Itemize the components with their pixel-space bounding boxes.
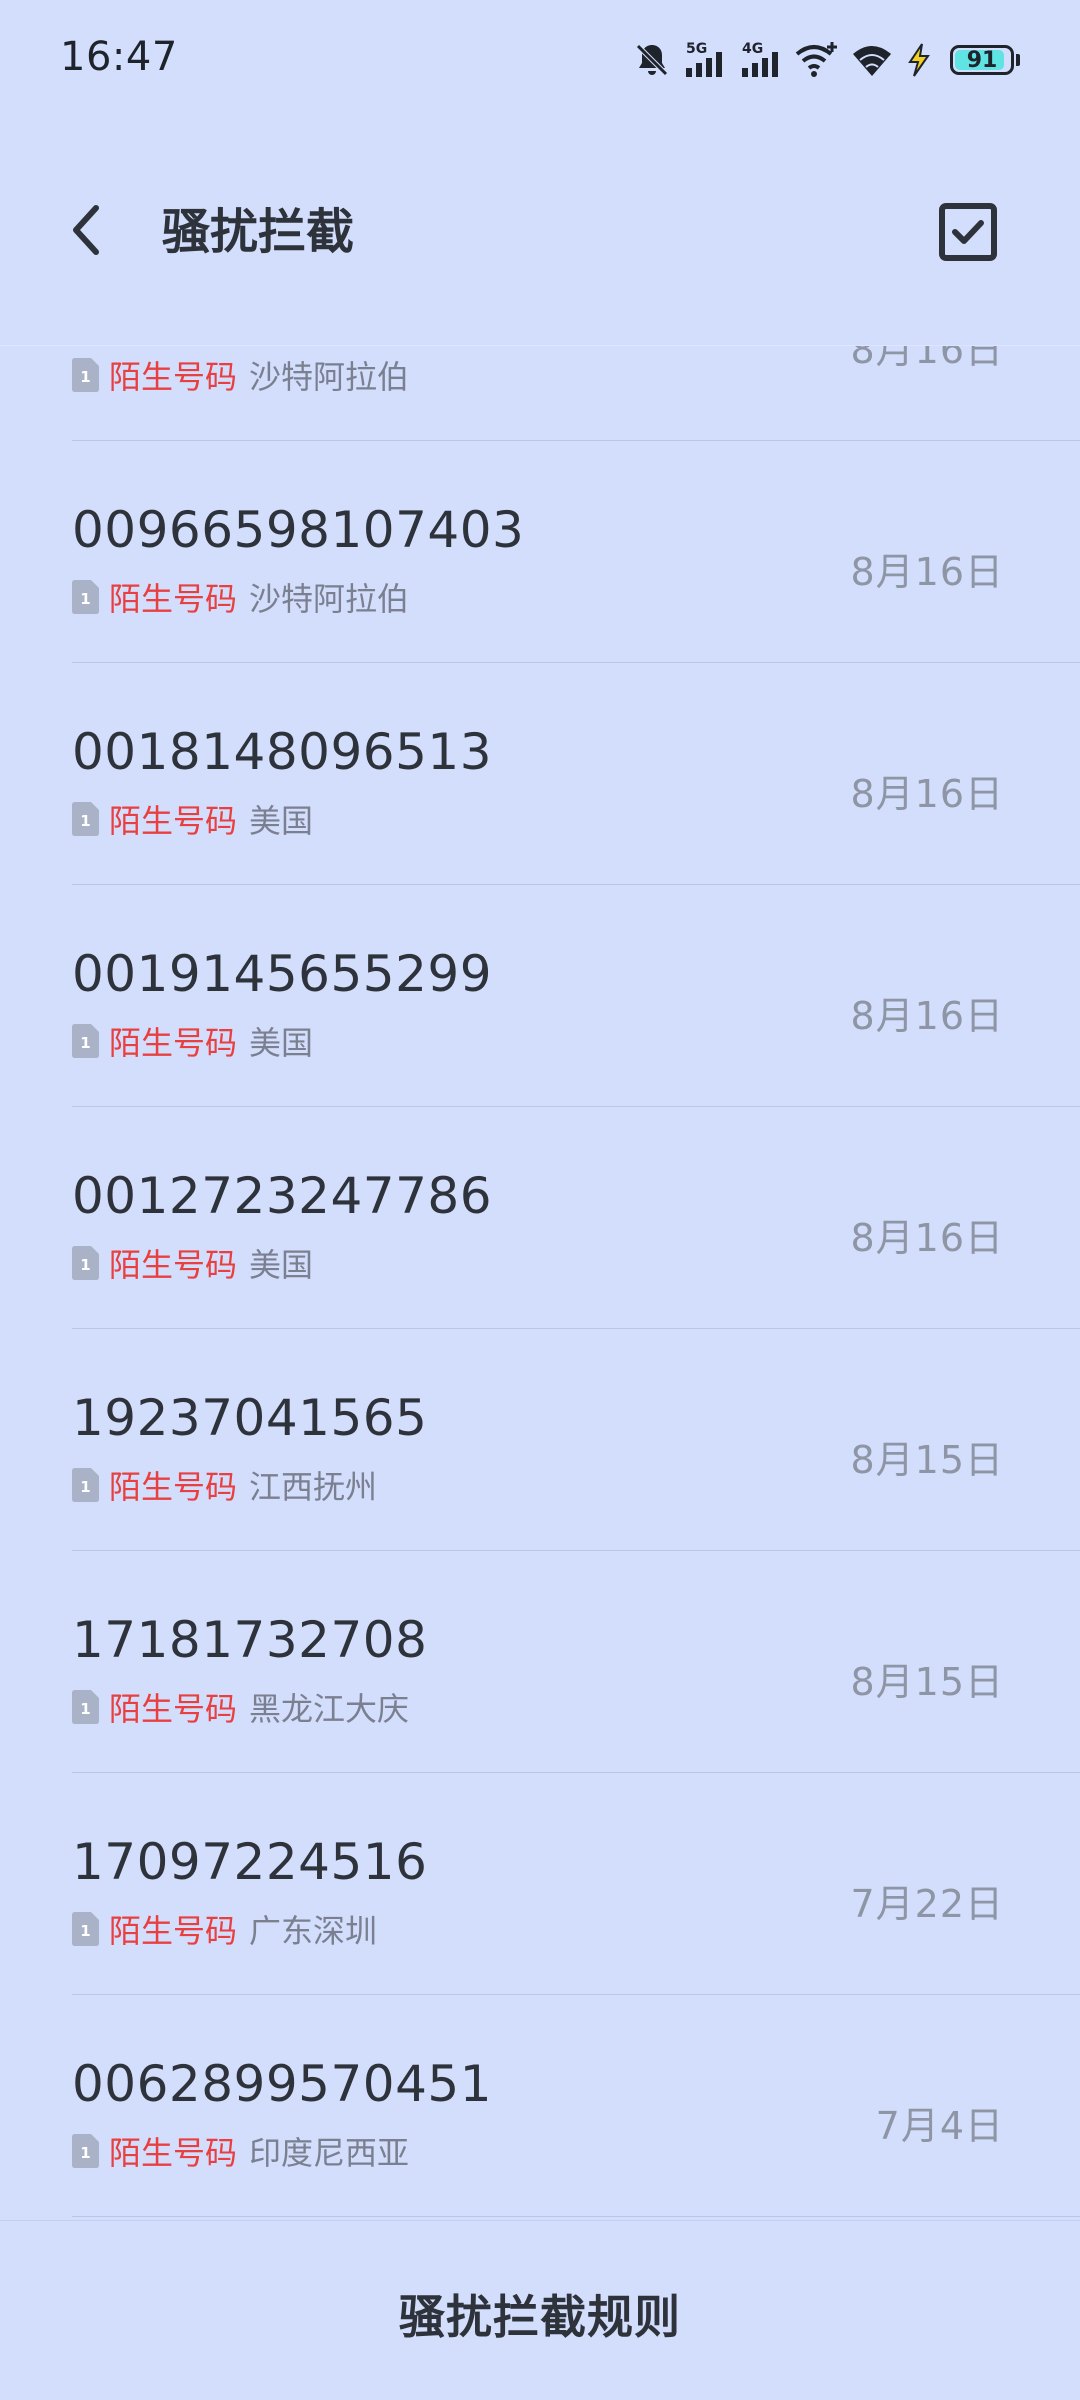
call-date: 8月15日: [850, 1660, 1004, 1704]
status-icons: 5G 4G 91: [632, 36, 1020, 84]
page-title: 骚扰拦截: [162, 204, 355, 260]
svg-text:5G: 5G: [686, 41, 707, 57]
blocked-calls-list[interactable]: 009665963252381陌生号码沙特阿拉伯8月16日00966598107…: [0, 345, 1080, 2220]
caller-location: 美国: [249, 802, 314, 840]
caller-location: 美国: [249, 1246, 314, 1284]
call-details: 1 陌生号码 广东深圳: [72, 1909, 378, 1950]
call-details: 1 陌生号码 江西抚州: [72, 1465, 378, 1506]
status-bar: 16:47 5G 4G 91: [0, 0, 1080, 120]
sim-card-icon: 1: [72, 358, 99, 392]
call-date: 8月15日: [850, 1438, 1004, 1482]
phone-number: 0062899570451: [72, 2055, 493, 2113]
spam-tag: 陌生号码: [109, 1468, 238, 1506]
sim-label: 1: [80, 1034, 90, 1052]
caller-location: 沙特阿拉伯: [249, 580, 410, 618]
call-row[interactable]: 0018148096513 1 陌生号码 美国 8月16日: [72, 663, 1080, 885]
caller-location: 沙特阿拉伯: [249, 358, 410, 396]
call-date: 8月16日: [850, 550, 1004, 594]
call-date: 7月4日: [875, 2104, 1004, 2148]
call-row[interactable]: 0019145655299 1 陌生号码 美国 8月16日: [72, 885, 1080, 1107]
sim-label: 1: [80, 1700, 90, 1718]
sim-label: 1: [80, 1256, 90, 1274]
battery-tip: [1016, 54, 1020, 66]
call-row[interactable]: 17181732708 1 陌生号码 黑龙江大庆 8月15日: [72, 1551, 1080, 1773]
bell-off-icon: [632, 40, 672, 80]
call-date: 8月16日: [850, 772, 1004, 816]
sim-card-icon: 1: [72, 1468, 99, 1502]
select-button[interactable]: [928, 192, 1008, 272]
call-row[interactable]: 009665963252381陌生号码沙特阿拉伯8月16日: [72, 345, 1080, 441]
phone-number: 0012723247786: [72, 1167, 493, 1225]
call-row[interactable]: 0012723247786 1 陌生号码 美国 8月16日: [72, 1107, 1080, 1329]
call-details: 1 陌生号码 沙特阿拉伯: [72, 355, 410, 396]
spam-tag: 陌生号码: [109, 580, 238, 618]
call-date: 8月16日: [850, 1216, 1004, 1260]
phone-number: 0018148096513: [72, 723, 493, 781]
sim-label: 1: [80, 590, 90, 608]
sim-card-icon: 1: [72, 580, 99, 614]
call-details: 1 陌生号码 美国: [72, 799, 314, 840]
sim-card-icon: 1: [72, 1690, 99, 1724]
bottom-bar: 骚扰拦截规则: [0, 2220, 1080, 2400]
signal-5g-icon: 5G: [682, 40, 728, 80]
call-details: 1 陌生号码 黑龙江大庆: [72, 1687, 410, 1728]
block-rules-button[interactable]: 骚扰拦截规则: [0, 2281, 1080, 2347]
header: 骚扰拦截: [0, 120, 1080, 346]
sim-label: 1: [80, 1922, 90, 1940]
call-date: 7月22日: [850, 1882, 1004, 1926]
sim-card-icon: 1: [72, 1246, 99, 1280]
screen: 16:47 5G 4G 91 骚扰拦截 1 陌生号码 沙特阿拉伯 8月16日 0…: [0, 0, 1080, 2400]
status-time: 16:47: [60, 34, 178, 80]
sim-label: 1: [80, 812, 90, 830]
sim-card-icon: 1: [72, 1024, 99, 1058]
spam-tag: 陌生号码: [109, 1246, 238, 1284]
battery-level-text: 91: [966, 47, 998, 73]
phone-number: 0019145655299: [72, 945, 493, 1003]
call-row[interactable]: 19237041565 1 陌生号码 江西抚州 8月15日: [72, 1329, 1080, 1551]
call-details: 1 陌生号码 印度尼西亚: [72, 2131, 410, 2172]
sim-card-icon: 1: [72, 1912, 99, 1946]
sim-label: 1: [80, 2144, 90, 2162]
checkbox-icon: [939, 203, 997, 261]
call-details: 1 陌生号码 美国: [72, 1243, 314, 1284]
sim-card-icon: 1: [72, 2134, 99, 2168]
spam-tag: 陌生号码: [109, 1690, 238, 1728]
phone-number: 19237041565: [72, 1389, 428, 1447]
spam-tag: 陌生号码: [109, 1024, 238, 1062]
caller-location: 黑龙江大庆: [249, 1690, 410, 1728]
spam-tag: 陌生号码: [109, 802, 238, 840]
spam-tag: 陌生号码: [109, 358, 238, 396]
spam-tag: 陌生号码: [109, 1912, 238, 1950]
caller-location: 美国: [249, 1024, 314, 1062]
sim-label: 1: [80, 1478, 90, 1496]
charging-icon: [904, 40, 934, 80]
wifi-icon: [850, 40, 894, 80]
call-details: 1 陌生号码 沙特阿拉伯: [72, 577, 410, 618]
call-details: 1 陌生号码 美国: [72, 1021, 314, 1062]
caller-location: 江西抚州: [249, 1468, 378, 1506]
call-row[interactable]: 17097224516 1 陌生号码 广东深圳 7月22日: [72, 1773, 1080, 1995]
call-date: 8月16日: [850, 345, 1004, 372]
caller-location: 广东深圳: [249, 1912, 378, 1950]
phone-number: 17181732708: [72, 1611, 428, 1669]
battery-icon: 91: [950, 45, 1014, 75]
chevron-left-icon: [73, 205, 99, 255]
call-row[interactable]: 0062899570451 1 陌生号码 印度尼西亚 7月4日: [72, 1995, 1080, 2217]
spam-tag: 陌生号码: [109, 2134, 238, 2172]
phone-number: 00966598107403: [72, 501, 525, 559]
sim-label: 1: [80, 368, 90, 386]
wifi-plus-icon: [794, 40, 840, 80]
blocked-calls-list-inner: 009665963252381陌生号码沙特阿拉伯8月16日00966598107…: [0, 345, 1080, 2217]
sim-card-icon: 1: [72, 802, 99, 836]
call-date: 8月16日: [850, 994, 1004, 1038]
signal-4g-icon: 4G: [738, 40, 784, 80]
caller-location: 印度尼西亚: [249, 2134, 410, 2172]
phone-number: 17097224516: [72, 1833, 428, 1891]
svg-text:4G: 4G: [742, 41, 763, 57]
back-button[interactable]: [56, 190, 116, 270]
call-row[interactable]: 00966598107403 1 陌生号码 沙特阿拉伯 8月16日: [72, 441, 1080, 663]
